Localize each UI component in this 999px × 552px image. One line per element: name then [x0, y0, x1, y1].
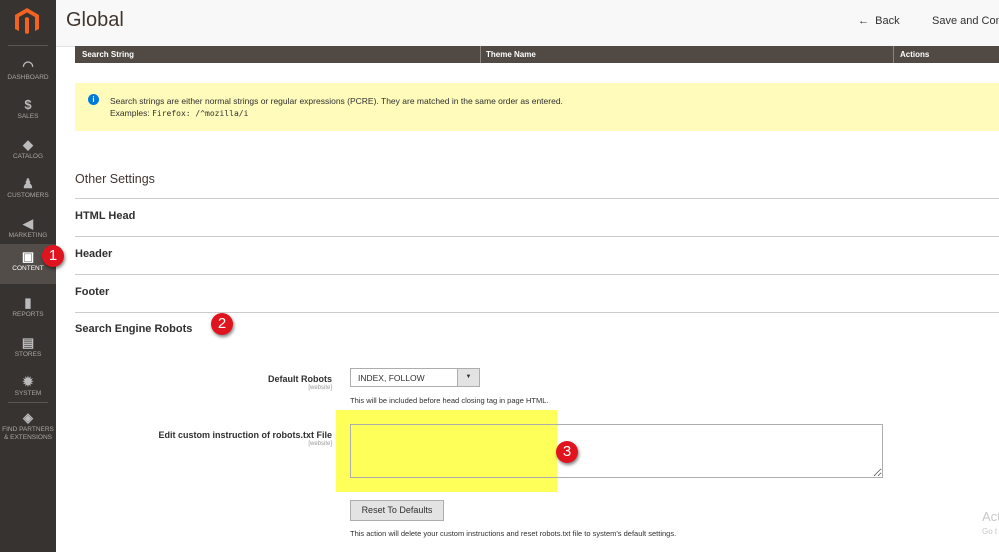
col-actions: Actions: [900, 50, 930, 59]
section-html-head[interactable]: HTML Head: [75, 210, 999, 222]
section-header[interactable]: Header: [75, 248, 999, 260]
chevron-down-icon: ▼: [457, 369, 479, 386]
step-badge-2: 2: [211, 313, 233, 335]
robots-txt-textarea[interactable]: [350, 424, 883, 478]
nav-label: CONTENT: [12, 265, 44, 272]
notice-text: Search strings are either normal strings…: [110, 96, 563, 106]
page-title: Global: [66, 9, 124, 31]
store-icon: ▤: [21, 335, 35, 350]
table-header: Search String Theme Name Actions: [75, 46, 999, 63]
sidebar-item-system[interactable]: ✹ SYSTEM: [0, 369, 56, 409]
back-label: Back: [875, 15, 900, 27]
sidebar-item-sales[interactable]: $ SALES: [0, 92, 56, 132]
nav-label: CATALOG: [12, 153, 44, 160]
sidebar: ◠ DASHBOARD $ SALES ◆ CATALOG ♟ CUSTOMERS ◀ M…: [0, 0, 56, 552]
nav-label: CUSTOMERS: [7, 192, 49, 199]
dashboard-icon: ◠: [22, 58, 34, 73]
reset-note: This action will delete your custom inst…: [350, 529, 677, 538]
scope-label: [website]: [308, 385, 332, 391]
sidebar-item-reports[interactable]: ▮ REPORTS: [0, 290, 56, 330]
activation-watermark-sub: Go t: [982, 527, 998, 536]
sidebar-item-stores[interactable]: ▤ STORES: [0, 330, 56, 370]
default-robots-select[interactable]: INDEX, FOLLOW ▼: [350, 368, 480, 387]
nav-label: STORES: [14, 351, 42, 358]
examples-label: Examples:: [110, 108, 150, 118]
sidebar-item-dashboard[interactable]: ◠ DASHBOARD: [0, 53, 56, 93]
examples-code: Firefox: /^mozilla/i: [152, 109, 249, 118]
page-header: Global ← Back Save and Con: [56, 0, 999, 47]
sidebar-item-customers[interactable]: ♟ CUSTOMERS: [0, 171, 56, 211]
default-robots-label: Default Robots: [268, 374, 332, 384]
section-heading: Other Settings: [75, 172, 155, 186]
col-theme-name: Theme Name: [486, 50, 536, 59]
person-icon: ♟: [22, 176, 34, 191]
info-icon: i: [88, 94, 99, 105]
step-badge-1: 1: [42, 245, 64, 267]
nav-label: SYSTEM: [14, 390, 42, 397]
info-notice: i Search strings are either normal strin…: [75, 83, 999, 131]
reset-to-defaults-button[interactable]: Reset To Defaults: [350, 500, 444, 521]
arrow-left-icon: ←: [858, 15, 876, 27]
nav-label: MARKETING: [8, 232, 48, 239]
magento-logo[interactable]: [12, 6, 42, 36]
gear-icon: ✹: [22, 374, 34, 389]
scope-label: [website]: [308, 441, 332, 447]
nav-label: SALES: [17, 113, 39, 120]
bar-chart-icon: ▮: [24, 295, 32, 310]
nav-label: FIND PARTNERS & EXTENSIONS: [2, 426, 54, 441]
sidebar-item-catalog[interactable]: ◆ CATALOG: [0, 132, 56, 172]
back-button[interactable]: ← Back: [858, 15, 900, 27]
megaphone-icon: ◀: [23, 216, 33, 231]
section-footer[interactable]: Footer: [75, 286, 999, 298]
box-icon: ◆: [23, 137, 33, 152]
select-value: INDEX, FOLLOW: [358, 373, 425, 383]
step-badge-3: 3: [556, 441, 578, 463]
col-search-string: Search String: [82, 50, 135, 59]
nav-label: DASHBOARD: [7, 74, 49, 81]
save-and-continue-button[interactable]: Save and Con: [932, 15, 999, 27]
sidebar-item-find-partners[interactable]: ◈ FIND PARTNERS & EXTENSIONS: [0, 405, 56, 445]
default-robots-note: This will be included before head closin…: [350, 396, 549, 405]
custom-instruction-label: Edit custom instruction of robots.txt Fi…: [158, 430, 332, 440]
activation-watermark: Act: [982, 509, 999, 524]
cube-icon: ◈: [23, 410, 33, 425]
dollar-icon: $: [24, 97, 32, 112]
nav-label: REPORTS: [12, 311, 44, 318]
